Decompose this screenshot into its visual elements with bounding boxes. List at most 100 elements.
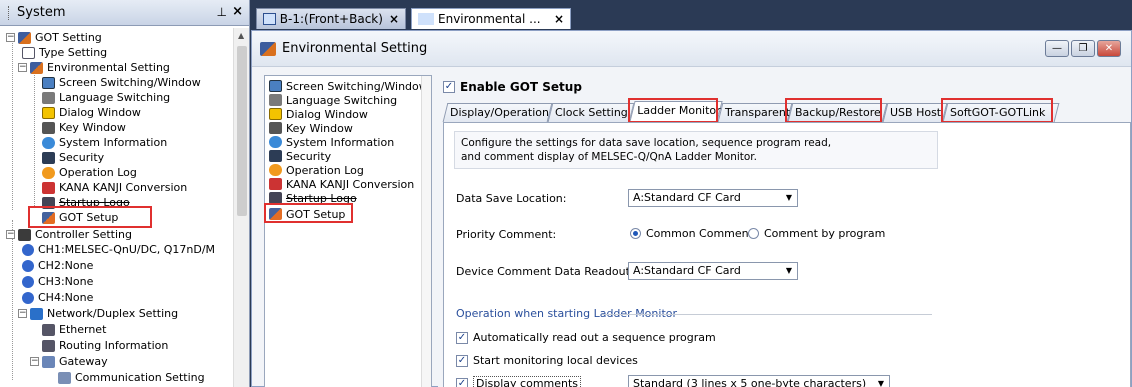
tab-b1-front-back[interactable]: B-1:(Front+Back) × xyxy=(256,8,406,29)
select-value: A:Standard CF Card xyxy=(633,191,741,204)
collapse-icon[interactable]: − xyxy=(30,357,39,366)
enable-got-setup-checkbox[interactable]: ✓ xyxy=(443,81,455,93)
tree-item-ethernet[interactable]: Ethernet xyxy=(42,322,106,337)
tab-close-button[interactable]: × xyxy=(548,12,564,26)
close-button[interactable]: ✕ xyxy=(1097,40,1121,57)
tree-item-gateway[interactable]: − Gateway xyxy=(30,354,108,369)
drag-grip-icon[interactable] xyxy=(8,5,11,20)
collapse-icon[interactable]: − xyxy=(6,33,15,42)
nav-item-dialog-window[interactable]: Dialog Window xyxy=(269,107,368,121)
tree-item-label: Type Setting xyxy=(39,46,108,59)
info-icon xyxy=(269,136,282,148)
tree-item-ch4[interactable]: CH4:None xyxy=(22,290,93,305)
keyboard-icon xyxy=(269,122,282,134)
display-comments-select[interactable]: Standard (3 lines x 5 one-byte character… xyxy=(628,375,890,387)
network-icon xyxy=(30,307,43,320)
tree-item-got-setting[interactable]: − GOT Setting xyxy=(6,30,102,45)
operation-log-icon xyxy=(269,164,282,176)
tab-environmental[interactable]: Environmental ... × xyxy=(411,8,571,29)
screen-icon xyxy=(269,80,282,92)
system-pane-close-button[interactable]: × xyxy=(232,4,243,19)
channel-icon xyxy=(22,275,34,288)
tree-item-label: CH4:None xyxy=(38,291,94,304)
tree-item-ch1[interactable]: CH1:MELSEC-QnU/DC, Q17nD/M xyxy=(22,242,215,257)
nav-item-label: Security xyxy=(286,149,332,163)
tree-item-label: Operation Log xyxy=(59,166,137,179)
scroll-up-icon[interactable]: ▲ xyxy=(238,31,244,40)
communication-icon xyxy=(58,371,71,384)
nav-item-kana-kanji[interactable]: KANA KANJI Conversion xyxy=(269,177,414,191)
description-text: and comment display of MELSEC-Q/QnA Ladd… xyxy=(461,151,757,163)
tree-item-label: CH2:None xyxy=(38,259,94,272)
restore-button[interactable]: ❐ xyxy=(1071,40,1095,57)
minimize-button[interactable]: — xyxy=(1045,40,1069,57)
tree-item-system-information[interactable]: System Information xyxy=(42,135,167,150)
nav-item-operation-log[interactable]: Operation Log xyxy=(269,163,364,177)
system-pane-title: System xyxy=(17,5,66,20)
scroll-thumb[interactable] xyxy=(237,46,247,216)
description-box: Configure the settings for data save loc… xyxy=(454,131,938,169)
tree-item-routing[interactable]: Routing Information xyxy=(42,338,168,353)
display-comments-row[interactable]: ✓ Display comments xyxy=(456,376,582,387)
radio-selected-icon[interactable] xyxy=(630,228,641,239)
tab-transparent[interactable]: Transparent xyxy=(717,103,793,122)
dropdown-arrow-icon: ▼ xyxy=(877,379,884,387)
tree-item-security[interactable]: Security xyxy=(42,150,104,165)
got-icon xyxy=(18,31,31,44)
tree-item-kana-kanji[interactable]: KANA KANJI Conversion xyxy=(42,180,187,195)
radio-unselected-icon[interactable] xyxy=(748,228,759,239)
nav-item-system-information[interactable]: System Information xyxy=(269,135,394,149)
tree-item-operation-log[interactable]: Operation Log xyxy=(42,165,137,180)
tree-item-label: Key Window xyxy=(59,121,126,134)
tree-scrollbar[interactable]: ▲ xyxy=(233,28,249,387)
display-comments-checkbox[interactable]: ✓ xyxy=(456,377,468,387)
tab-close-button[interactable]: × xyxy=(383,12,399,26)
tree-item-dialog-window[interactable]: Dialog Window xyxy=(42,105,141,120)
tree-item-ch3[interactable]: CH3:None xyxy=(22,274,93,289)
pin-icon[interactable]: ⊥ xyxy=(217,5,227,19)
tab-clock-setting[interactable]: Clock Setting xyxy=(547,103,635,122)
group-divider xyxy=(602,314,932,315)
enable-got-setup-row[interactable]: ✓ Enable GOT Setup xyxy=(443,79,582,95)
auto-read-checkbox[interactable]: ✓ xyxy=(456,331,468,344)
tree-item-type-setting[interactable]: Type Setting xyxy=(22,45,107,60)
radio-comment-by-program[interactable]: Comment by program xyxy=(748,227,885,240)
highlight-box xyxy=(628,98,718,123)
description-text: Configure the settings for data save loc… xyxy=(461,137,832,149)
tree-item-label: System Information xyxy=(59,136,168,149)
warning-icon xyxy=(269,108,282,120)
device-comment-readout-label: Device Comment Data Readout: xyxy=(456,265,634,278)
nav-item-key-window[interactable]: Key Window xyxy=(269,121,353,135)
tree-item-screen-switching[interactable]: Screen Switching/Window xyxy=(42,75,201,90)
nav-list-scrollbar[interactable] xyxy=(421,76,431,387)
tree-item-controller-setting[interactable]: − Controller Setting xyxy=(6,227,132,242)
collapse-icon[interactable]: − xyxy=(6,230,15,239)
auto-read-row[interactable]: ✓ Automatically read out a sequence prog… xyxy=(456,331,716,344)
screen-icon xyxy=(42,76,55,89)
tree-item-network-duplex[interactable]: − Network/Duplex Setting xyxy=(18,306,178,321)
tree-item-label: Language Switching xyxy=(59,91,171,104)
data-save-location-select[interactable]: A:Standard CF Card ▼ xyxy=(628,189,798,207)
nav-item-security[interactable]: Security xyxy=(269,149,331,163)
tree-item-language-switching[interactable]: Language Switching xyxy=(42,90,170,105)
radio-common-comment[interactable]: Common Comment xyxy=(630,227,753,240)
start-monitor-checkbox[interactable]: ✓ xyxy=(456,354,468,367)
device-comment-readout-select[interactable]: A:Standard CF Card ▼ xyxy=(628,262,798,280)
start-monitor-row[interactable]: ✓ Start monitoring local devices xyxy=(456,354,638,367)
tree-item-ch2[interactable]: CH2:None xyxy=(22,258,93,273)
tab-display-operation[interactable]: Display/Operation xyxy=(442,103,553,122)
window-title: Environmental Setting xyxy=(282,41,428,56)
nav-item-language-switching[interactable]: Language Switching xyxy=(269,93,397,107)
tree-item-label: Environmental Setting xyxy=(47,61,170,74)
collapse-icon[interactable]: − xyxy=(18,63,27,72)
collapse-icon[interactable]: − xyxy=(18,309,27,318)
radio-label: Common Comment xyxy=(646,227,753,240)
tab-label: B-1:(Front+Back) xyxy=(279,12,383,26)
tree-item-communication-setting[interactable]: Communication Setting xyxy=(58,370,205,385)
nav-item-screen-switching[interactable]: Screen Switching/Window xyxy=(269,79,428,93)
controller-icon xyxy=(18,228,31,241)
security-icon xyxy=(42,151,55,164)
tab-usb-host[interactable]: USB Host xyxy=(882,103,948,122)
tree-item-environmental-setting[interactable]: − Environmental Setting xyxy=(18,60,170,75)
tree-item-key-window[interactable]: Key Window xyxy=(42,120,126,135)
